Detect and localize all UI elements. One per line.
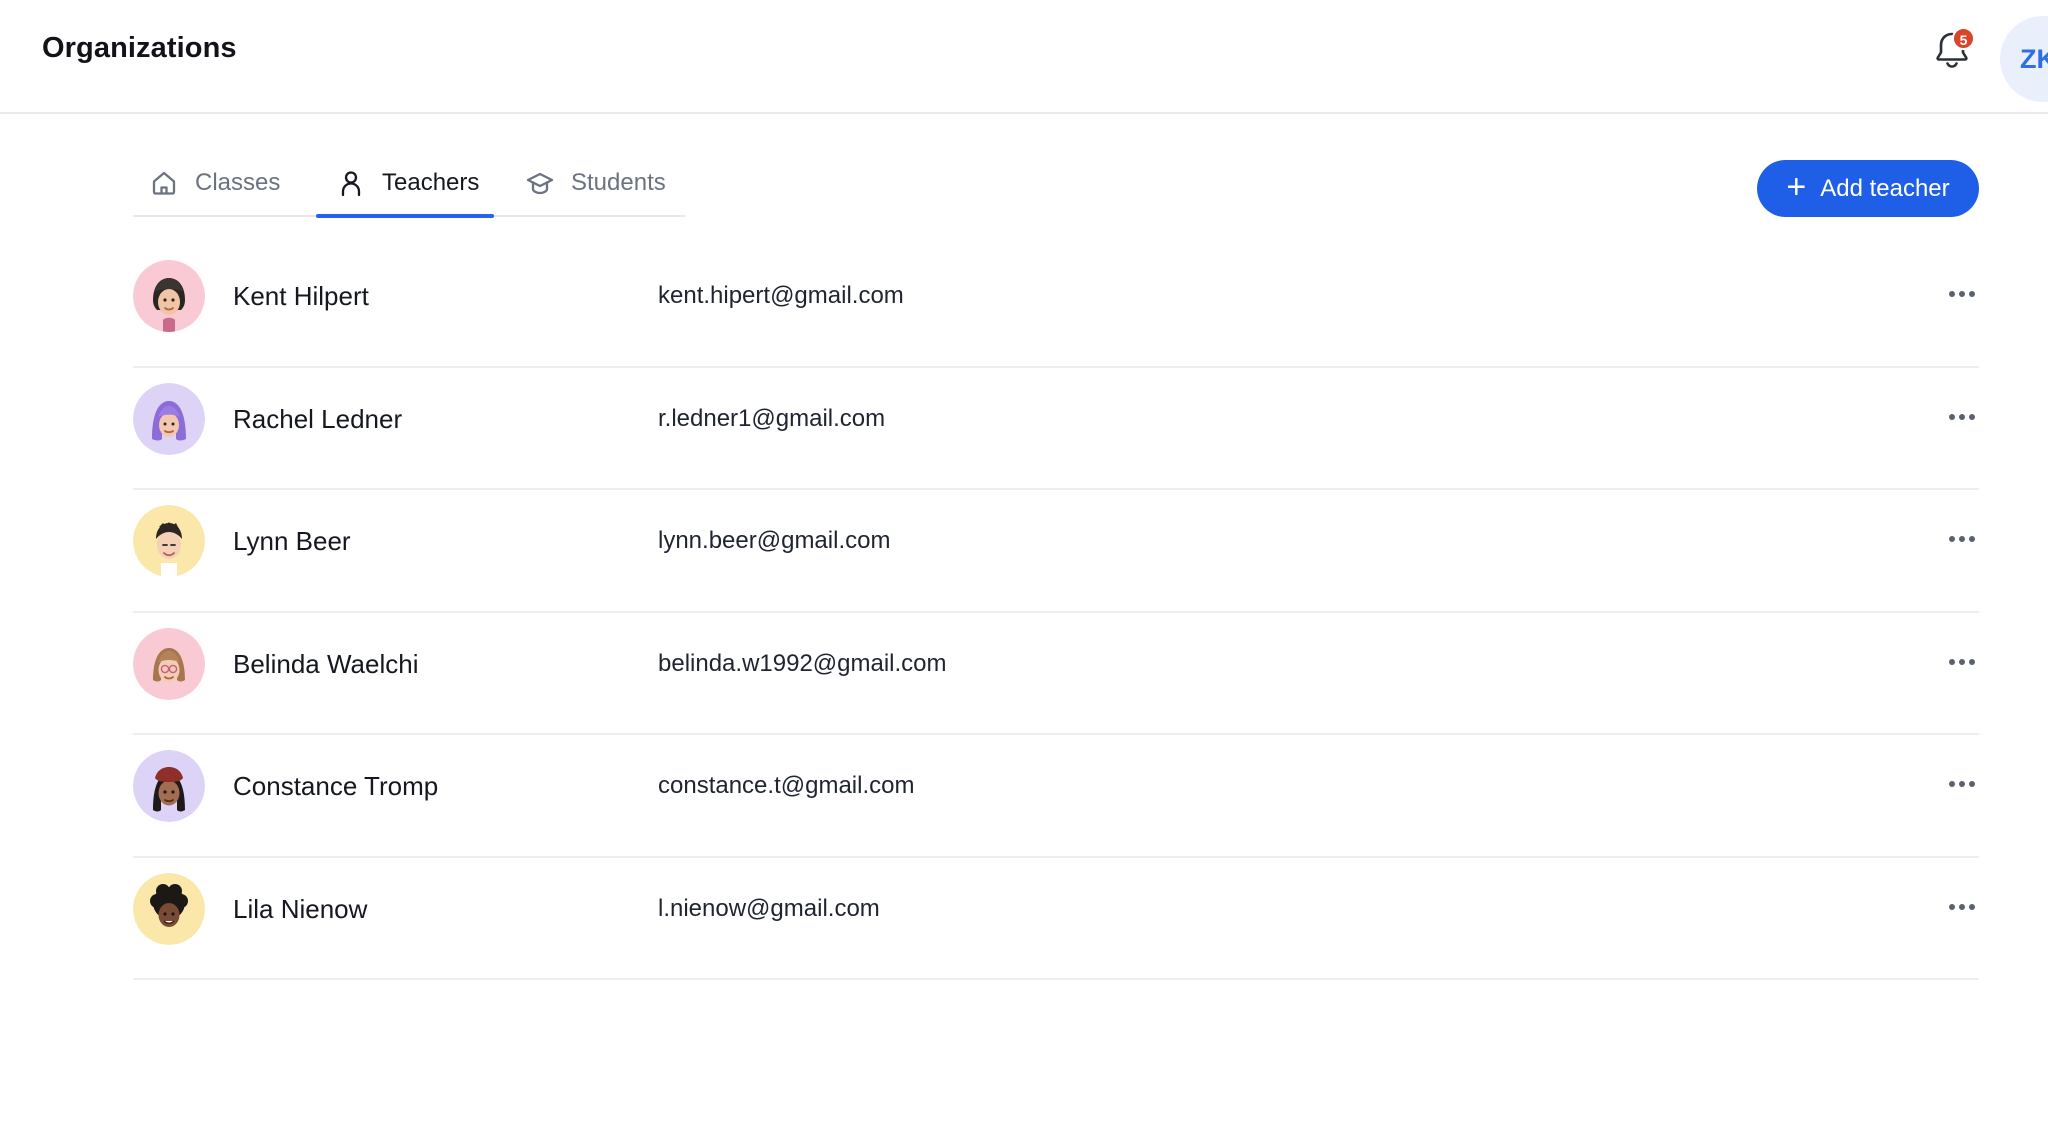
teacher-email: constance.t@gmail.com [658, 772, 915, 799]
teacher-name: Constance Tromp [233, 771, 439, 801]
app-root: Organizations 5 ZK Classes Teachers Stud… [0, 0, 2048, 1131]
table-row[interactable]: Lila Nienow l.nienow@gmail.com [133, 858, 1979, 980]
user-avatar[interactable]: ZK [2000, 16, 2048, 102]
more-options-icon[interactable] [1945, 406, 1979, 428]
more-options-icon[interactable] [1945, 283, 1979, 305]
table-row[interactable]: Kent Hilpert kent.hipert@gmail.com [133, 245, 1979, 368]
table-row[interactable]: Belinda Waelchi belinda.w1992@gmail.com [133, 613, 1979, 735]
teacher-email: kent.hipert@gmail.com [658, 282, 904, 309]
teacher-email: l.nienow@gmail.com [658, 894, 880, 922]
notification-badge: 5 [1952, 27, 1975, 50]
tab-teachers-label: Teachers [382, 168, 480, 196]
avatar [133, 382, 205, 455]
tab-classes-label: Classes [195, 168, 281, 196]
teacher-email: belinda.w1992@gmail.com [658, 649, 947, 677]
avatar [133, 260, 205, 332]
teacher-email: lynn.beer@gmail.com [658, 527, 891, 554]
teacher-name: Kent Hilpert [233, 281, 369, 311]
user-icon [336, 168, 366, 198]
active-tab-indicator [316, 214, 494, 218]
avatar [133, 627, 205, 700]
top-header: Organizations 5 ZK [0, 0, 2048, 114]
add-teacher-label: Add teacher [1820, 174, 1950, 202]
page-title: Organizations [42, 32, 237, 64]
teacher-list: Kent Hilpert kent.hipert@gmail.com Rache… [133, 245, 1979, 980]
teacher-name: Lynn Beer [233, 526, 351, 556]
more-options-icon[interactable] [1945, 773, 1979, 795]
add-teacher-button[interactable]: + Add teacher [1757, 160, 1979, 217]
home-icon [149, 168, 179, 198]
more-options-icon[interactable] [1945, 896, 1979, 918]
tab-students-label: Students [571, 168, 666, 196]
tab-bar: Classes Teachers Students [133, 148, 685, 218]
more-options-icon[interactable] [1945, 651, 1979, 673]
teacher-name: Belinda Waelchi [233, 648, 419, 679]
teacher-name: Lila Nienow [233, 893, 368, 924]
plus-icon: + [1786, 168, 1807, 206]
table-row[interactable]: Lynn Beer lynn.beer@gmail.com [133, 490, 1979, 613]
avatar [133, 872, 205, 945]
more-options-icon[interactable] [1945, 528, 1979, 550]
table-row[interactable]: Rachel Ledner r.ledner1@gmail.com [133, 368, 1979, 490]
teacher-email: r.ledner1@gmail.com [658, 404, 886, 432]
graduation-cap-icon [525, 168, 555, 198]
teacher-name: Rachel Ledner [233, 403, 403, 434]
tab-teachers[interactable]: Teachers [336, 148, 479, 217]
avatar [133, 505, 205, 577]
table-row[interactable]: Constance Tromp constance.t@gmail.com [133, 735, 1979, 858]
tab-classes[interactable]: Classes [149, 148, 280, 217]
tab-students[interactable]: Students [525, 148, 666, 217]
avatar [133, 750, 205, 822]
